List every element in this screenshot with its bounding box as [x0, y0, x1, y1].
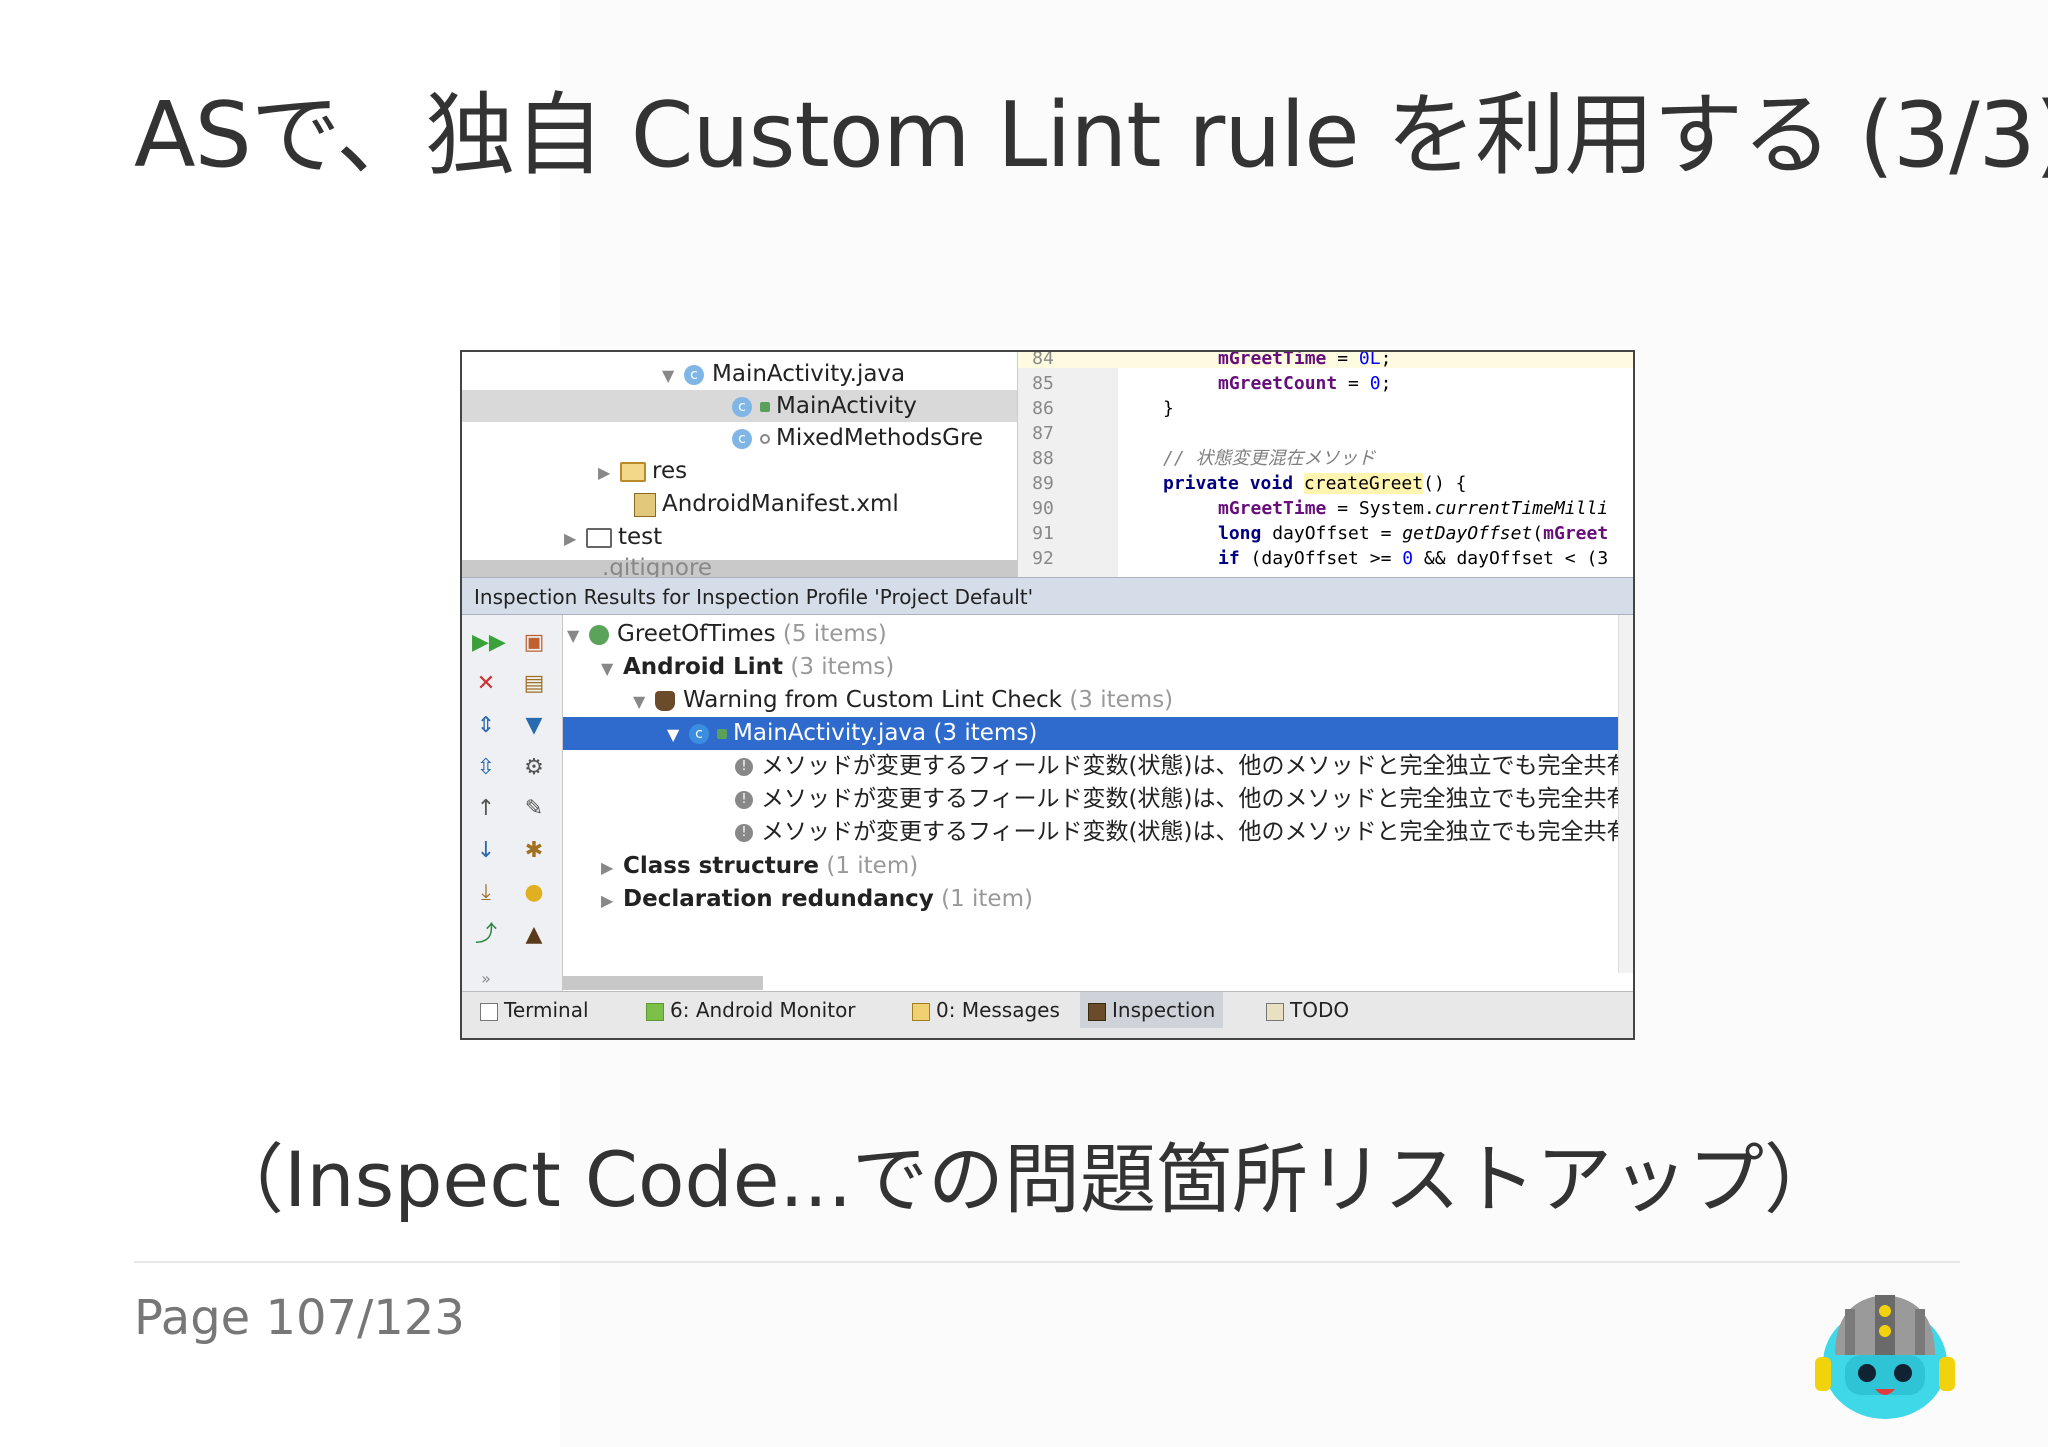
more-icon[interactable]: » [472, 965, 500, 993]
chevron-down-icon[interactable]: ▼ [667, 718, 689, 751]
chevron-down-icon[interactable]: ▼ [567, 619, 589, 652]
code-line: 84 mGreetTime = 0L; [1032, 352, 1392, 369]
import-icon[interactable]: ⤓ [472, 879, 500, 907]
tree-item-mainactivity-java[interactable]: ▼ c MainActivity.java [462, 358, 1017, 390]
collapse-all-icon[interactable]: ⇳ [472, 754, 500, 782]
slide-caption: （Inspect Code...での問題箇所リストアップ） [208, 1135, 1840, 1224]
up-arrow-icon[interactable]: ↑ [472, 795, 500, 823]
inspector-icon[interactable]: ▲ [520, 921, 548, 949]
code-editor[interactable]: 84 mGreetTime = 0L; 85 mGreetCount = 0; 86… [1017, 352, 1633, 577]
messages-icon [912, 1002, 930, 1021]
manifest-icon [634, 492, 656, 517]
tree-item-gitignore-row[interactable] [462, 560, 1017, 577]
vertical-scrollbar[interactable] [1618, 615, 1633, 973]
page-number: Page 107/123 [134, 1290, 465, 1346]
group-icon[interactable]: ▤ [520, 670, 548, 698]
folder-icon [620, 461, 646, 482]
warning-icon: ! [735, 823, 753, 842]
code-line: 87 [1032, 423, 1054, 444]
expand-all-icon[interactable]: ⇕ [472, 712, 500, 740]
terminal-icon [480, 1002, 498, 1021]
tree-item-manifest[interactable]: AndroidManifest.xml [462, 488, 1017, 520]
tool-window-bar: Terminal 6: Android Monitor 0: Messages … [462, 991, 1633, 1038]
dot-icon [760, 433, 770, 444]
folder-icon [586, 527, 612, 548]
tree-item-gitignore-label: .gitignore [602, 555, 713, 577]
class-icon: c [689, 723, 709, 744]
edit-icon[interactable]: ✎ [520, 795, 548, 823]
result-group-class-structure[interactable]: ▶ Class structure (1 item) [563, 850, 1618, 883]
robot-mascot-logo [1815, 1295, 1955, 1419]
filter-icon[interactable]: ▼ [520, 712, 548, 740]
result-group-custom-lint[interactable]: ▼ Warning from Custom Lint Check (3 items… [563, 684, 1618, 717]
code-line: 92 if (dayOffset >= 0 && dayOffset < (3 [1032, 548, 1609, 569]
result-group-declaration-redundancy[interactable]: ▶ Declaration redundancy (1 item) [563, 883, 1618, 916]
todo-icon [1266, 1002, 1284, 1021]
chevron-right-icon[interactable]: ▶ [601, 884, 623, 917]
chevron-down-icon[interactable]: ▼ [633, 685, 655, 718]
slide-title: ASで、独自 Custom Lint rule を利用する (3/3) [134, 83, 2048, 188]
result-problem[interactable]: ! メソッドが変更するフィールド変数(状態)は、他のメソッドと完全独立でも完全共有… [563, 816, 1618, 849]
footer-divider [134, 1261, 1960, 1263]
android-icon [646, 1002, 664, 1021]
result-group-android-lint[interactable]: ▼ Android Lint (3 items) [563, 651, 1618, 684]
tab-messages[interactable]: 0: Messages [904, 992, 1068, 1028]
ide-screenshot: ▼ c MainActivity.java c MainActivity c Mixed… [460, 350, 1635, 1040]
chevron-right-icon[interactable]: ▶ [598, 457, 620, 489]
tree-item-res[interactable]: ▶ res [462, 455, 1017, 487]
bulb-icon[interactable]: ● [520, 879, 548, 907]
inspector-icon [655, 690, 675, 711]
tree-item-mixedmethods[interactable]: c MixedMethodsGre [462, 422, 1017, 454]
share-icon[interactable]: ⤴ [472, 921, 500, 949]
result-group-greetoftimes[interactable]: ▼ GreetOfTimes (5 items) [563, 618, 1618, 651]
code-line: 90 mGreetTime = System.currentTimeMilli [1032, 498, 1609, 519]
result-problem[interactable]: ! メソッドが変更するフィールド変数(状態)は、他のメソッドと完全独立でも完全共有… [563, 750, 1618, 783]
close-icon[interactable]: ✕ [472, 670, 500, 698]
tab-inspection[interactable]: Inspection [1080, 992, 1224, 1028]
class-icon: c [684, 364, 704, 385]
class-icon: c [732, 396, 752, 417]
tree-item-test[interactable]: ▶ test [462, 521, 1017, 553]
export-icon[interactable]: ▣ [520, 629, 548, 657]
project-tree: ▼ c MainActivity.java c MainActivity c Mixed… [462, 352, 1017, 577]
lock-icon [760, 401, 770, 412]
wrench-icon[interactable]: ✱ [520, 837, 548, 865]
inspection-toolbar: ▶▶ ▣ ✕ ▤ ⇕ ▼ ⇳ ⚙ ↑ ✎ ↓ ✱ ⤓ ● ⤴ ▲ » [462, 615, 563, 995]
tab-android-monitor[interactable]: 6: Android Monitor [638, 992, 864, 1028]
settings-icon[interactable]: ⚙ [520, 754, 548, 782]
class-icon: c [732, 428, 752, 449]
warning-icon: ! [735, 757, 753, 776]
lock-icon [717, 728, 727, 739]
inspector-icon [1088, 1002, 1106, 1021]
code-line: 89 private void createGreet() { [1032, 473, 1467, 494]
module-icon [589, 624, 609, 645]
inspection-results: ▼ GreetOfTimes (5 items) ▼ Android Lint (3… [563, 615, 1618, 973]
chevron-down-icon[interactable]: ▼ [662, 360, 684, 392]
code-line: 86} [1032, 398, 1174, 419]
tab-todo[interactable]: TODO [1258, 992, 1357, 1028]
chevron-right-icon[interactable]: ▶ [601, 851, 623, 884]
horizontal-scrollbar[interactable] [563, 976, 763, 990]
result-file-mainactivity[interactable]: ▼ c MainActivity.java (3 items) [563, 717, 1618, 750]
rerun-icon[interactable]: ▶▶ [472, 629, 506, 657]
code-line: 85 mGreetCount = 0; [1032, 373, 1392, 394]
tree-item-mainactivity-class[interactable]: c MainActivity [462, 390, 1017, 422]
result-problem[interactable]: ! メソッドが変更するフィールド変数(状態)は、他のメソッドと完全独立でも完全共有… [563, 783, 1618, 816]
chevron-right-icon[interactable]: ▶ [564, 523, 586, 555]
down-arrow-icon[interactable]: ↓ [472, 837, 500, 865]
code-line: 88// 状態変更混在メソッド [1032, 448, 1376, 469]
tab-terminal[interactable]: Terminal [472, 992, 597, 1028]
inspection-header: Inspection Results for Inspection Profil… [462, 577, 1633, 615]
chevron-down-icon[interactable]: ▼ [601, 652, 623, 685]
warning-icon: ! [735, 790, 753, 809]
code-line: 91 long dayOffset = getDayOffset(mGreet [1032, 523, 1609, 544]
